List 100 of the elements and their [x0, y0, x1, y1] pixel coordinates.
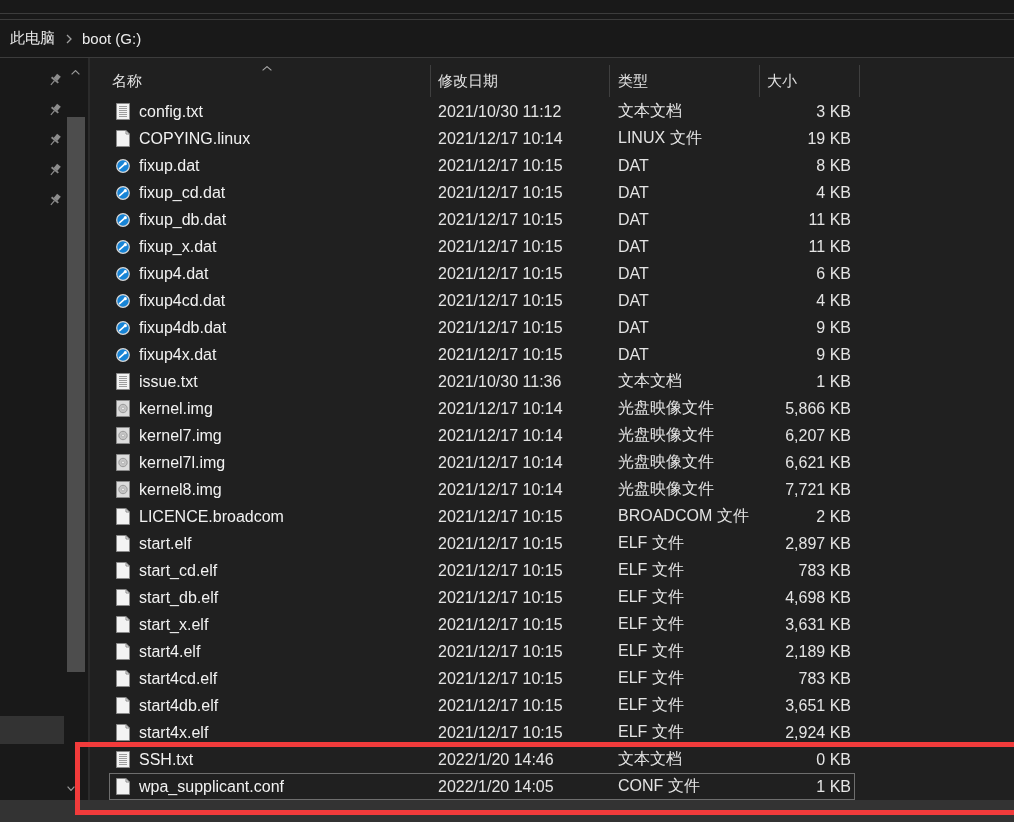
blank-file-icon — [116, 616, 130, 633]
modified-date: 2021/12/17 10:14 — [438, 399, 563, 418]
breadcrumb-item[interactable]: boot (G:) — [82, 30, 142, 47]
column-header[interactable]: 修改日期 — [431, 65, 610, 97]
file-name: fixup_db.dat — [139, 210, 227, 229]
blank-file-icon — [116, 724, 130, 741]
file-type: ELF 文件 — [618, 722, 684, 742]
file-name: issue.txt — [139, 372, 198, 391]
blank-file-icon — [116, 643, 130, 660]
file-type: 光盘映像文件 — [618, 425, 714, 445]
modified-date: 2021/12/17 10:15 — [438, 183, 563, 202]
modified-date: 2021/12/17 10:15 — [438, 588, 563, 607]
file-type: DAT — [618, 237, 649, 256]
file-name: LICENCE.broadcom — [139, 507, 284, 526]
file-size: 19 KB — [807, 129, 851, 148]
file-size: 7,721 KB — [785, 480, 851, 499]
disc-file-icon — [116, 481, 130, 498]
file-type: DAT — [618, 156, 649, 175]
modified-date: 2021/10/30 11:12 — [438, 102, 562, 121]
modified-date: 2021/12/17 10:15 — [438, 291, 563, 310]
file-size: 11 KB — [808, 237, 851, 256]
file-name: kernel7l.img — [139, 453, 226, 472]
file-size: 6 KB — [816, 264, 851, 283]
file-size: 4 KB — [816, 291, 851, 310]
file-name: start_cd.elf — [139, 561, 218, 580]
modified-date: 2021/12/17 10:14 — [438, 480, 563, 499]
blank-file-icon — [116, 589, 130, 606]
file-row[interactable]: wpa_supplicant.conf 2022/1/20 14:05 CONF 文件 1 KB — [109, 773, 855, 800]
file-name: fixup_x.dat — [139, 237, 217, 256]
file-size: 6,621 KB — [785, 453, 851, 472]
modified-date: 2021/12/17 10:15 — [438, 318, 563, 337]
text-file-icon — [116, 373, 130, 390]
wrench-icon — [116, 212, 130, 227]
file-name: fixup4db.dat — [139, 318, 227, 337]
blank-file-icon — [116, 562, 130, 579]
file-size: 4,698 KB — [785, 588, 851, 607]
scroll-up-icon — [71, 70, 80, 75]
blank-file-icon — [116, 778, 130, 795]
modified-date: 2021/12/17 10:15 — [438, 615, 563, 634]
file-type: DAT — [618, 183, 649, 202]
file-name: fixup4x.dat — [139, 345, 217, 364]
file-size: 2 KB — [816, 507, 851, 526]
file-type: ELF 文件 — [618, 587, 684, 607]
sort-caret-icon — [261, 66, 272, 71]
breadcrumb-item[interactable]: 此电脑 — [10, 29, 55, 48]
wrench-icon — [116, 158, 130, 173]
file-name: config.txt — [139, 102, 204, 121]
file-size: 1 KB — [816, 372, 851, 391]
file-size: 783 KB — [798, 561, 851, 580]
modified-date: 2022/1/20 14:46 — [438, 750, 554, 769]
file-name: start_db.elf — [139, 588, 219, 607]
file-type: ELF 文件 — [618, 560, 684, 580]
file-size: 11 KB — [808, 210, 851, 229]
file-type: DAT — [618, 210, 649, 229]
file-name: start4x.elf — [139, 723, 209, 742]
blank-file-icon — [116, 697, 130, 714]
scrollbar-thumb[interactable] — [67, 117, 85, 672]
modified-date: 2021/12/17 10:15 — [438, 156, 563, 175]
text-file-icon — [116, 751, 130, 768]
file-name: wpa_supplicant.conf — [139, 777, 284, 796]
file-type: 文本文档 — [618, 101, 682, 121]
file-size: 3 KB — [816, 102, 851, 121]
modified-date: 2021/12/17 10:14 — [438, 129, 563, 148]
modified-date: 2021/12/17 10:14 — [438, 453, 563, 472]
scroll-down-icon — [67, 786, 75, 791]
file-name: start4.elf — [139, 642, 201, 661]
modified-date: 2021/12/17 10:15 — [438, 534, 563, 553]
wrench-icon — [116, 239, 130, 254]
file-type: DAT — [618, 345, 649, 364]
file-type: DAT — [618, 291, 649, 310]
modified-date: 2021/12/17 10:15 — [438, 210, 563, 229]
column-header[interactable]: 大小 — [760, 65, 860, 97]
file-name: start.elf — [139, 534, 192, 553]
file-name: SSH.txt — [139, 750, 194, 769]
wrench-icon — [116, 293, 130, 308]
file-name: fixup_cd.dat — [139, 183, 226, 202]
file-name: kernel.img — [139, 399, 213, 418]
modified-date: 2021/10/30 11:36 — [438, 372, 562, 391]
file-type: BROADCOM 文件 — [618, 506, 749, 526]
column-header[interactable]: 类型 — [610, 65, 760, 97]
column-header[interactable]: 名称 — [109, 65, 431, 97]
file-type: 文本文档 — [618, 371, 682, 391]
nav-item[interactable] — [0, 716, 64, 744]
modified-date: 2021/12/17 10:15 — [438, 642, 563, 661]
file-type: ELF 文件 — [618, 695, 684, 715]
file-type: DAT — [618, 318, 649, 337]
modified-date: 2021/12/17 10:15 — [438, 669, 563, 688]
wrench-icon — [116, 320, 130, 335]
file-type: 文本文档 — [618, 749, 682, 769]
file-name: start_x.elf — [139, 615, 209, 634]
file-type: 光盘映像文件 — [618, 479, 714, 499]
file-name: fixup4cd.dat — [139, 291, 226, 310]
file-size: 6,207 KB — [785, 426, 851, 445]
file-type: 光盘映像文件 — [618, 398, 714, 418]
text-file-icon — [116, 103, 130, 120]
file-size: 3,651 KB — [785, 696, 851, 715]
file-size: 8 KB — [816, 156, 851, 175]
chevron-right-icon — [66, 33, 72, 44]
file-name: COPYING.linux — [139, 129, 251, 148]
file-type: ELF 文件 — [618, 533, 684, 553]
